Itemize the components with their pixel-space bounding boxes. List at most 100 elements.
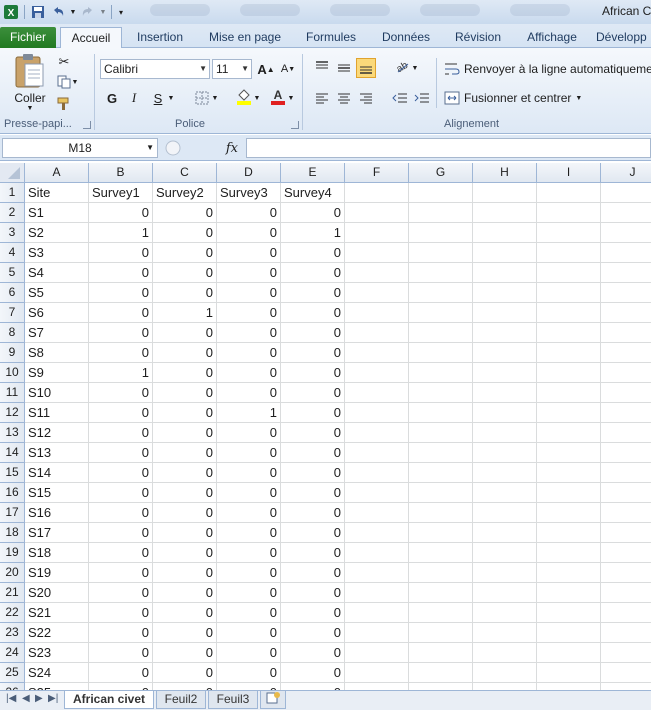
row-header[interactable]: 18 <box>0 523 25 543</box>
copy-dropdown-icon[interactable]: ▼ <box>70 72 80 92</box>
align-top-icon[interactable] <box>312 56 332 76</box>
table-cell[interactable] <box>537 423 601 443</box>
row-header[interactable]: 21 <box>0 583 25 603</box>
row-header[interactable]: 1 <box>0 183 25 203</box>
table-cell[interactable] <box>473 203 537 223</box>
table-cell[interactable]: 0 <box>153 623 217 643</box>
row-header[interactable]: 22 <box>0 603 25 623</box>
table-cell[interactable]: 0 <box>281 583 345 603</box>
tab-file[interactable]: Fichier <box>0 27 56 48</box>
table-cell[interactable]: 0 <box>281 483 345 503</box>
table-cell[interactable]: S22 <box>25 623 89 643</box>
table-cell[interactable]: 0 <box>89 663 153 683</box>
table-cell[interactable] <box>601 563 651 583</box>
table-cell[interactable]: 0 <box>217 303 281 323</box>
table-cell[interactable]: 0 <box>89 683 153 690</box>
row-header[interactable]: 23 <box>0 623 25 643</box>
sheet-tab-feuil2[interactable]: Feuil2 <box>156 691 206 709</box>
table-cell[interactable] <box>473 643 537 663</box>
table-cell[interactable] <box>473 183 537 203</box>
table-cell[interactable] <box>345 323 409 343</box>
table-cell[interactable]: S21 <box>25 603 89 623</box>
table-cell[interactable] <box>537 603 601 623</box>
table-cell[interactable] <box>537 543 601 563</box>
table-cell[interactable]: 0 <box>217 423 281 443</box>
orientation-icon[interactable]: ab <box>392 56 412 76</box>
insert-sheet-icon[interactable] <box>260 691 286 709</box>
row-header[interactable]: 15 <box>0 463 25 483</box>
table-cell[interactable] <box>409 523 473 543</box>
row-header[interactable]: 14 <box>0 443 25 463</box>
table-cell[interactable] <box>409 323 473 343</box>
select-all-corner[interactable] <box>0 163 25 183</box>
row-header[interactable]: 12 <box>0 403 25 423</box>
increase-indent-icon[interactable] <box>412 88 432 108</box>
table-cell[interactable] <box>601 343 651 363</box>
table-cell[interactable] <box>345 283 409 303</box>
table-cell[interactable]: 0 <box>281 523 345 543</box>
table-cell[interactable]: 0 <box>281 403 345 423</box>
row-header[interactable]: 25 <box>0 663 25 683</box>
table-cell[interactable] <box>345 363 409 383</box>
table-cell[interactable] <box>601 263 651 283</box>
table-cell[interactable] <box>409 543 473 563</box>
tab-page-layout[interactable]: Mise en page <box>202 27 288 48</box>
table-cell[interactable] <box>601 503 651 523</box>
table-cell[interactable] <box>537 463 601 483</box>
table-cell[interactable] <box>409 343 473 363</box>
table-cell[interactable]: 0 <box>217 203 281 223</box>
table-cell[interactable]: 0 <box>217 623 281 643</box>
table-cell[interactable]: 0 <box>281 643 345 663</box>
row-header[interactable]: 2 <box>0 203 25 223</box>
column-header[interactable]: F <box>345 163 409 183</box>
format-painter-icon[interactable] <box>54 94 74 114</box>
table-cell[interactable]: 0 <box>89 243 153 263</box>
redo-icon[interactable] <box>79 3 97 21</box>
row-header[interactable]: 4 <box>0 243 25 263</box>
table-cell[interactable]: S8 <box>25 343 89 363</box>
table-cell[interactable]: Survey3 <box>217 183 281 203</box>
tab-data[interactable]: Données <box>374 27 438 48</box>
row-header[interactable]: 16 <box>0 483 25 503</box>
table-cell[interactable] <box>601 643 651 663</box>
wrap-text-button[interactable]: Renvoyer à la ligne automatiquement <box>444 59 651 79</box>
table-cell[interactable] <box>601 623 651 643</box>
name-box-dropdown-icon[interactable]: ▼ <box>146 139 154 157</box>
table-cell[interactable]: 0 <box>153 603 217 623</box>
table-cell[interactable]: 0 <box>89 283 153 303</box>
table-cell[interactable]: S15 <box>25 483 89 503</box>
borders-icon[interactable] <box>192 88 212 108</box>
table-cell[interactable] <box>601 683 651 690</box>
insert-function-button[interactable]: fx <box>226 141 238 156</box>
table-cell[interactable]: 0 <box>217 483 281 503</box>
font-size-dropdown-icon[interactable]: ▼ <box>241 60 249 78</box>
table-cell[interactable] <box>409 363 473 383</box>
table-cell[interactable]: 0 <box>217 583 281 603</box>
table-cell[interactable]: 0 <box>153 383 217 403</box>
row-header[interactable]: 13 <box>0 423 25 443</box>
table-cell[interactable] <box>345 503 409 523</box>
table-cell[interactable]: 0 <box>89 643 153 663</box>
table-cell[interactable] <box>345 343 409 363</box>
table-cell[interactable] <box>601 583 651 603</box>
table-cell[interactable]: 0 <box>153 663 217 683</box>
table-cell[interactable] <box>601 183 651 203</box>
table-cell[interactable]: S20 <box>25 583 89 603</box>
undo-dropdown-icon[interactable]: ▼ <box>69 3 77 21</box>
table-cell[interactable]: 0 <box>153 363 217 383</box>
column-header[interactable]: C <box>153 163 217 183</box>
table-cell[interactable]: 0 <box>89 263 153 283</box>
table-cell[interactable] <box>345 523 409 543</box>
table-cell[interactable] <box>345 183 409 203</box>
table-cell[interactable]: 0 <box>281 663 345 683</box>
font-name-dropdown-icon[interactable]: ▼ <box>199 60 207 78</box>
table-cell[interactable]: 0 <box>89 203 153 223</box>
table-cell[interactable] <box>537 323 601 343</box>
table-cell[interactable] <box>601 523 651 543</box>
table-cell[interactable]: 0 <box>153 543 217 563</box>
customize-qat-icon[interactable]: ▾ <box>116 3 126 21</box>
table-cell[interactable]: 0 <box>217 343 281 363</box>
column-header[interactable]: I <box>537 163 601 183</box>
table-cell[interactable]: 0 <box>153 563 217 583</box>
table-cell[interactable]: 0 <box>281 683 345 690</box>
